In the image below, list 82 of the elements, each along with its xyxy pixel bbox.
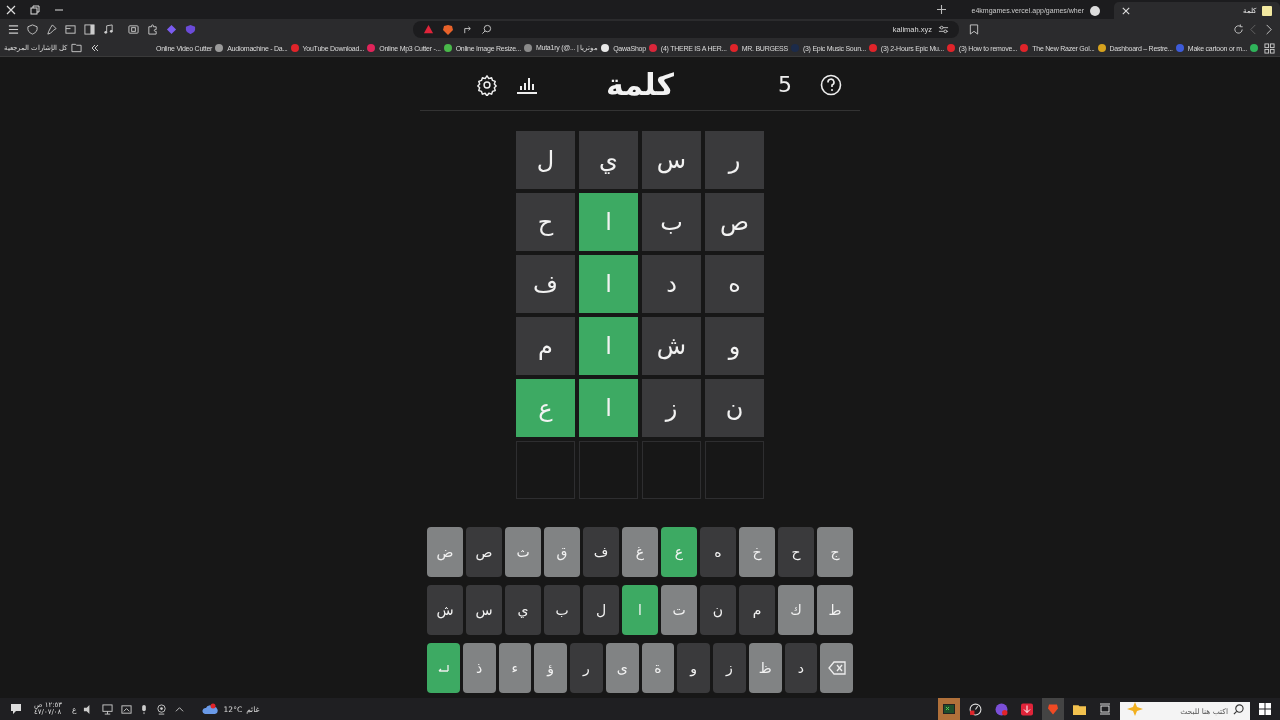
enter-icon — [437, 663, 450, 673]
letter-key[interactable]: ه — [700, 527, 736, 577]
letter-tile: ا — [579, 379, 638, 437]
close-icon[interactable] — [6, 4, 16, 15]
sidebar-icon[interactable] — [84, 24, 95, 35]
letter-key[interactable]: ش — [427, 585, 463, 635]
warning-icon[interactable] — [423, 24, 434, 35]
help-icon[interactable] — [820, 73, 842, 96]
settings-icon[interactable] — [476, 73, 498, 96]
letter-key[interactable]: ص — [466, 527, 502, 577]
bookmark-icon[interactable] — [969, 24, 979, 35]
music-icon[interactable] — [103, 24, 114, 35]
shield-icon[interactable] — [185, 24, 196, 35]
favicon-icon — [1262, 5, 1272, 16]
shield-icon[interactable] — [27, 24, 38, 35]
letter-key[interactable]: و — [677, 643, 710, 693]
sparkle-icon — [1126, 702, 1144, 716]
restore-icon[interactable] — [30, 4, 40, 15]
screenshot-icon[interactable] — [128, 24, 139, 35]
letter-key[interactable]: م — [739, 585, 775, 635]
streak-count: 5 — [778, 72, 792, 97]
letter-tile: ن — [705, 379, 764, 437]
forward-icon[interactable] — [1263, 24, 1274, 35]
diamond-icon[interactable] — [166, 24, 177, 35]
webcam-icon[interactable] — [155, 703, 167, 715]
search-icon — [1233, 703, 1244, 715]
letter-key[interactable]: ؤ — [534, 643, 567, 693]
letter-tile: ب — [642, 193, 701, 251]
letter-tile: ي — [579, 131, 638, 189]
menu-icon[interactable] — [8, 24, 19, 35]
empty-tile — [516, 441, 575, 499]
chevron-icon[interactable] — [89, 43, 100, 53]
letter-key[interactable]: ز — [713, 643, 746, 693]
letter-tile: ل — [516, 131, 575, 189]
letter-key[interactable]: ل — [583, 585, 619, 635]
empty-tile — [579, 441, 638, 499]
letter-key[interactable]: ك — [778, 585, 814, 635]
zoom-icon[interactable] — [481, 24, 492, 35]
letter-tile: ا — [579, 193, 638, 251]
letter-tile: ش — [642, 317, 701, 375]
letter-key[interactable]: ح — [778, 527, 814, 577]
apps-icon[interactable] — [1264, 42, 1275, 54]
letter-key[interactable]: ن — [700, 585, 736, 635]
favicon-icon — [1090, 5, 1100, 16]
letter-key[interactable]: ف — [583, 527, 619, 577]
letter-tile: و — [705, 317, 764, 375]
letter-tile: ف — [516, 255, 575, 313]
chevron-up-icon[interactable] — [174, 705, 184, 713]
microphone-icon[interactable] — [139, 703, 148, 715]
new-tab-icon[interactable] — [937, 5, 946, 14]
letter-key[interactable]: ي — [505, 585, 541, 635]
letter-tile: س — [642, 131, 701, 189]
letter-key[interactable]: ر — [570, 643, 603, 693]
folder-icon[interactable] — [70, 43, 82, 53]
letter-key[interactable]: س — [466, 585, 502, 635]
letter-key[interactable]: ب — [544, 585, 580, 635]
letter-tile: ا — [579, 317, 638, 375]
letter-tile: م — [516, 317, 575, 375]
letter-tile: ا — [579, 255, 638, 313]
game-title: كلمة — [606, 67, 674, 102]
letter-tile: د — [642, 255, 701, 313]
letter-tile: ح — [516, 193, 575, 251]
backspace-key[interactable] — [820, 643, 853, 693]
backspace-icon — [827, 661, 846, 675]
share-icon[interactable] — [462, 24, 473, 35]
empty-tile — [705, 441, 764, 499]
notification-icon[interactable] — [10, 703, 22, 715]
terminal-icon[interactable] — [938, 698, 960, 720]
close-tab-icon[interactable] — [1122, 6, 1130, 15]
puzzle-icon[interactable] — [147, 24, 158, 35]
letter-tile: ز — [642, 379, 701, 437]
tune-icon[interactable] — [938, 24, 949, 35]
monitor-icon[interactable] — [101, 703, 113, 715]
window-icon[interactable] — [65, 24, 76, 35]
letter-tile: ص — [705, 193, 764, 251]
letter-key[interactable]: د — [784, 643, 818, 693]
letter-tile: ه — [705, 255, 764, 313]
letter-tile: ع — [516, 379, 575, 437]
letter-tile: ر — [705, 131, 764, 189]
empty-tile — [642, 441, 701, 499]
cloud-icon[interactable] — [201, 703, 218, 715]
reload-icon[interactable] — [1233, 24, 1244, 35]
